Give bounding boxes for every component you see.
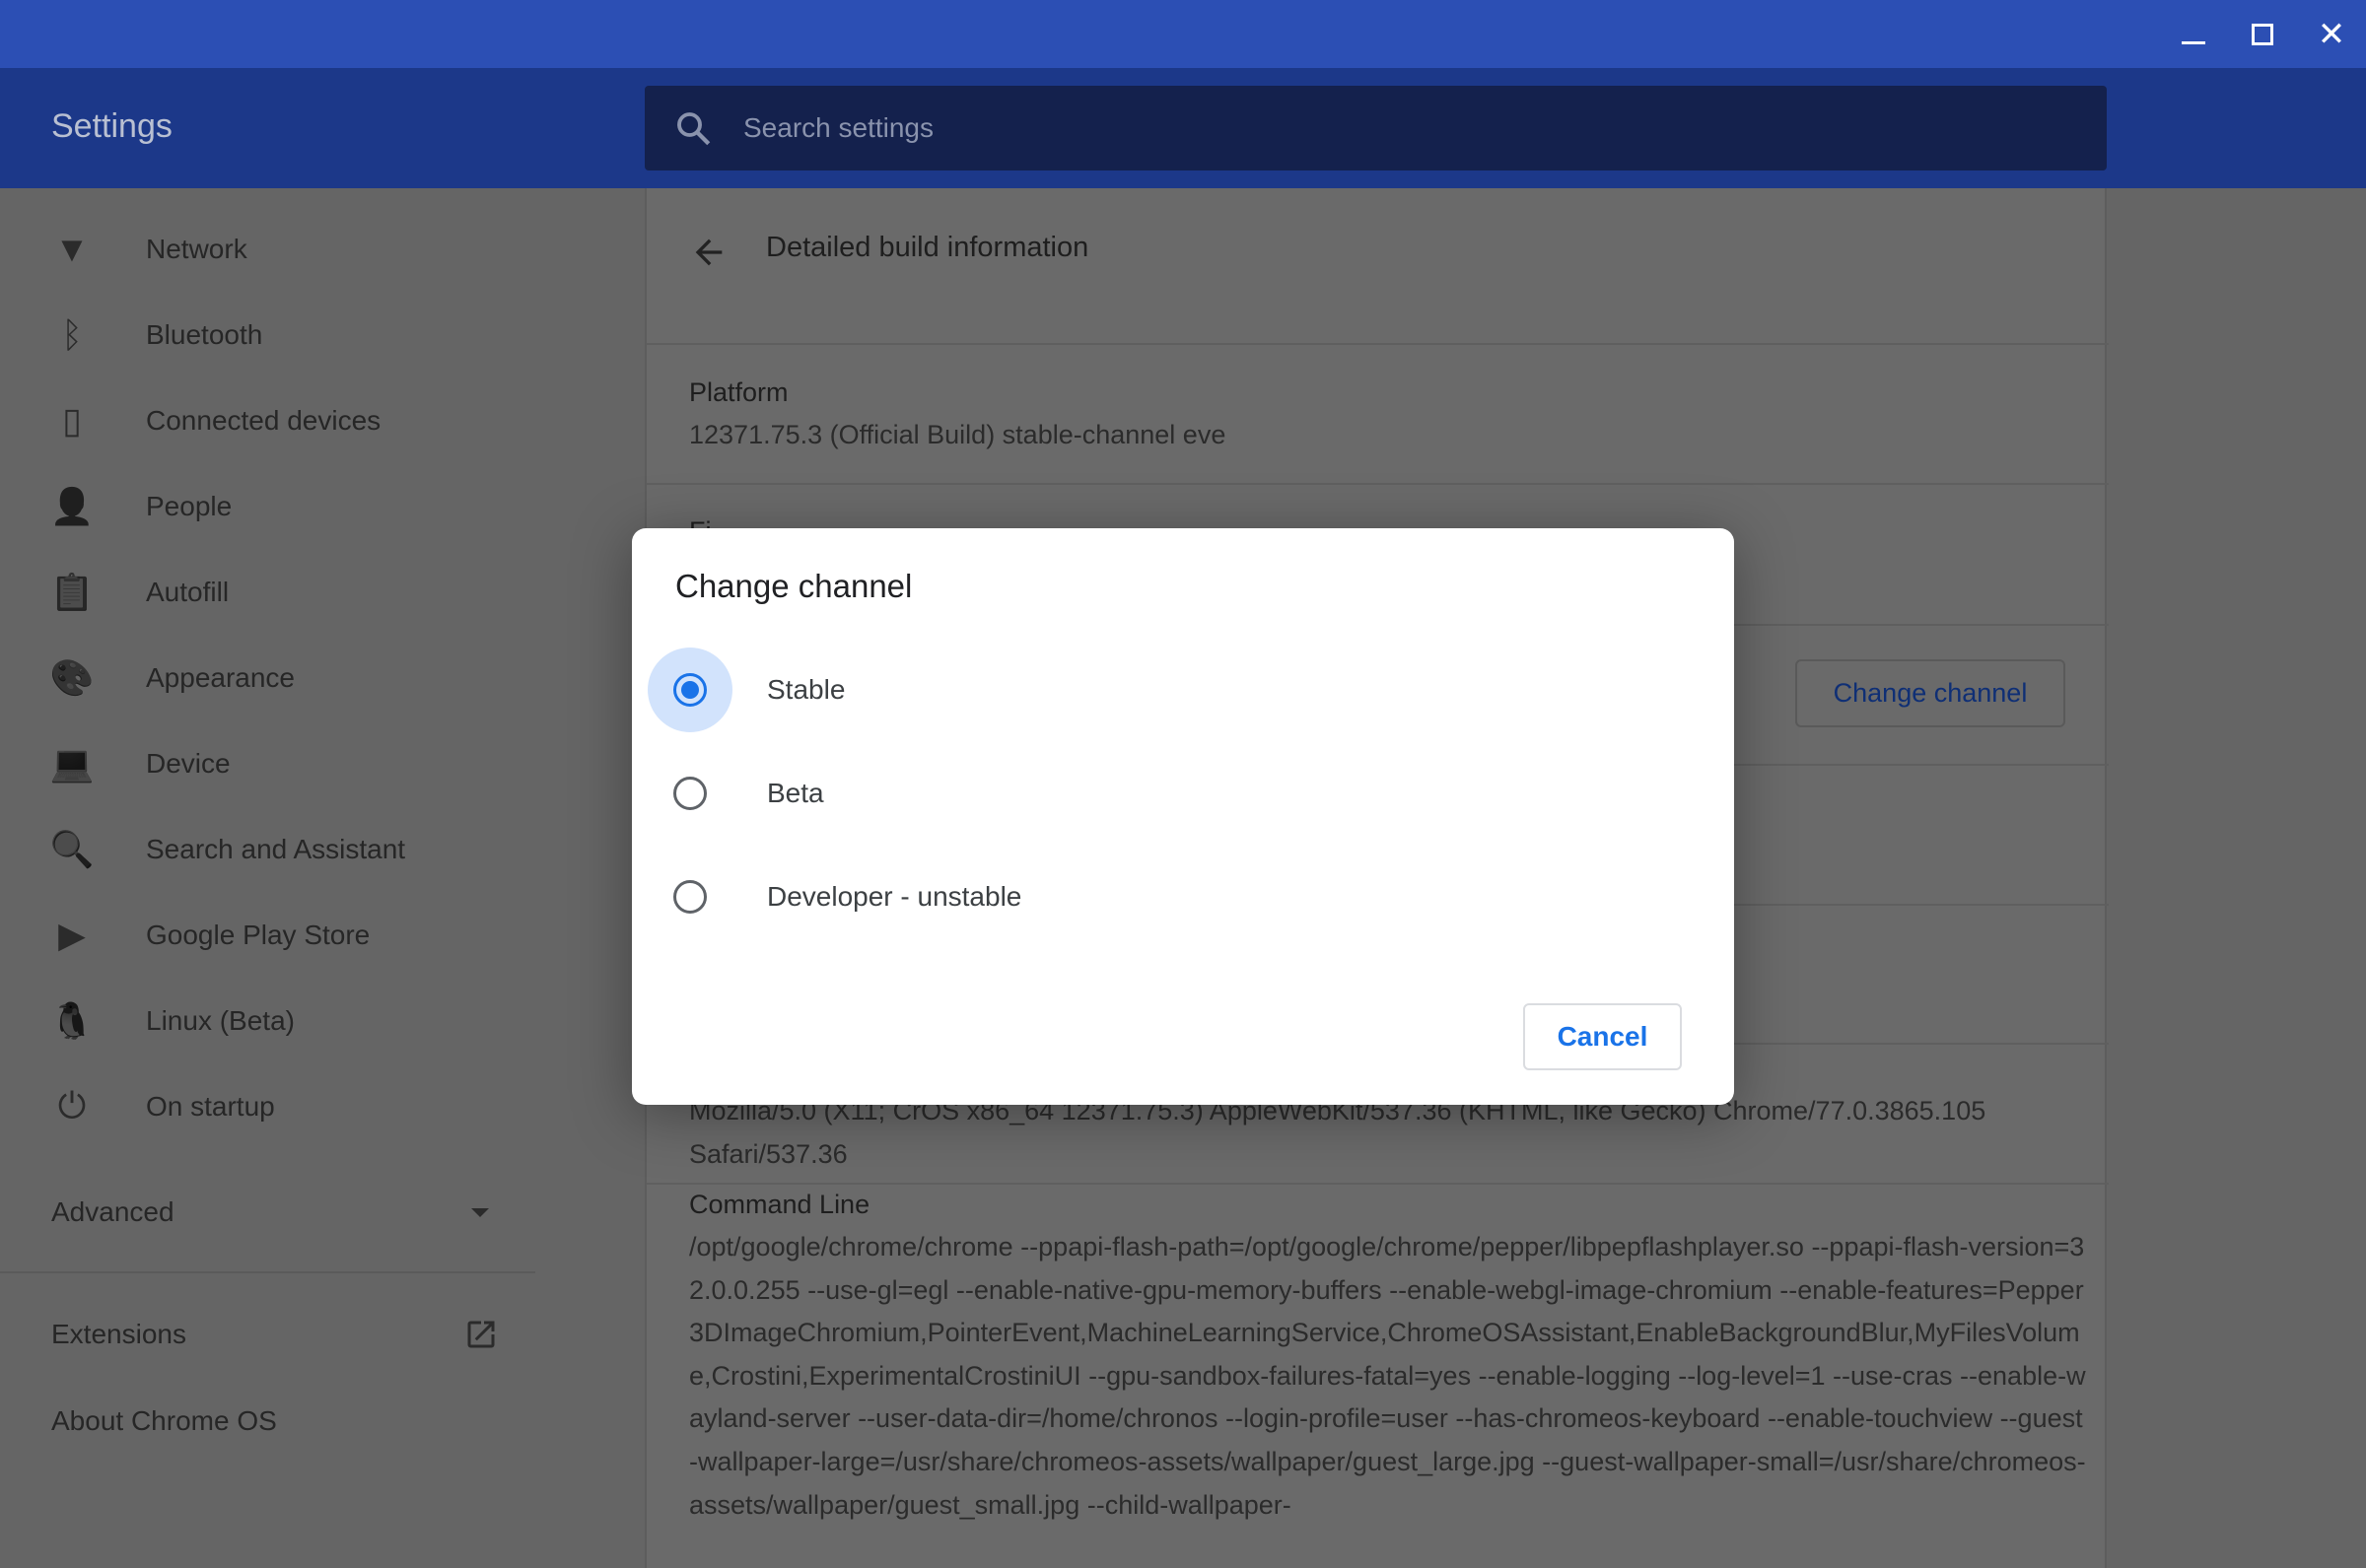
change-channel-button[interactable]: Change channel — [1795, 659, 2065, 727]
chevron-down-icon — [471, 1208, 489, 1217]
dialog-title: Change channel — [675, 568, 913, 604]
radio-label: Beta — [767, 778, 824, 808]
laptop-icon: 💻 — [49, 742, 95, 784]
advanced-toggle[interactable]: Advanced — [0, 1179, 535, 1248]
radio-ripple — [648, 648, 732, 732]
sidebar-item-label: Network — [146, 233, 247, 264]
sidebar-item-label: Appearance — [146, 661, 296, 693]
about-label: About Chrome OS — [51, 1405, 277, 1436]
change-channel-dialog: Change channel Stable Beta Developer - u… — [632, 528, 1734, 1105]
sidebar-item-search-and-assistant[interactable]: 🔍 Search and Assistant — [0, 806, 592, 892]
sidebar-item-people[interactable]: 👤 People — [0, 463, 592, 549]
sidebar-item-label: Linux (Beta) — [146, 1004, 295, 1036]
bluetooth-icon: ᛒ — [61, 313, 83, 355]
platform-label: Platform — [689, 377, 789, 407]
back-arrow-icon[interactable] — [689, 233, 729, 272]
page-title: Detailed build information — [766, 232, 1089, 263]
platform-value: 12371.75.3 (Official Build) stable-chann… — [689, 420, 1226, 449]
minimize-icon — [2182, 41, 2205, 44]
cancel-button[interactable]: Cancel — [1523, 1003, 1682, 1070]
sidebar-divider — [0, 1271, 535, 1273]
search-icon: 🔍 — [49, 828, 95, 869]
user-agent-line2: Safari/537.36 — [689, 1139, 848, 1169]
radio-developer[interactable]: Developer - unstable — [648, 854, 1634, 939]
settings-header: Settings — [0, 68, 2366, 188]
sidebar-item-label: Autofill — [146, 576, 230, 607]
sidebar-item-label: Connected devices — [146, 404, 382, 436]
maximize-button[interactable] — [2228, 0, 2297, 68]
sidebar-item-appearance[interactable]: 🎨 Appearance — [0, 635, 592, 720]
sidebar-item-extensions[interactable]: Extensions — [0, 1301, 535, 1370]
command-line-value: /opt/google/chrome/chrome --ppapi-flash-… — [689, 1232, 2086, 1520]
radio-label: Developer - unstable — [767, 881, 1022, 912]
advanced-label: Advanced — [51, 1196, 174, 1227]
radio-label: Stable — [767, 674, 846, 705]
sidebar-item-network[interactable]: ▼ Network — [0, 206, 592, 292]
sidebar-item-on-startup[interactable]: ⏻ On startup — [0, 1063, 592, 1149]
sidebar-item-label: Search and Assistant — [146, 833, 406, 864]
sidebar-item-label: On startup — [146, 1090, 275, 1122]
extensions-label: Extensions — [51, 1319, 186, 1349]
sidebar-item-google-play-store[interactable]: ▶ Google Play Store — [0, 892, 592, 978]
divider — [647, 343, 2109, 345]
search-icon — [677, 112, 711, 146]
sidebar-item-linux[interactable]: 🐧 Linux (Beta) — [0, 978, 592, 1063]
clipboard-icon: 📋 — [49, 571, 95, 612]
palette-icon: 🎨 — [49, 656, 95, 698]
radio-unselected-icon — [673, 880, 707, 914]
divider — [647, 483, 2109, 485]
sidebar-item-connected-devices[interactable]: ▯ Connected devices — [0, 377, 592, 463]
title-bar: ✕ — [0, 0, 2366, 68]
divider — [647, 1183, 2109, 1185]
sidebar-item-bluetooth[interactable]: ᛒ Bluetooth — [0, 292, 592, 377]
search-input[interactable] — [743, 86, 2025, 170]
maximize-icon — [2252, 23, 2273, 45]
play-store-icon: ▶ — [58, 914, 86, 955]
phone-icon: ▯ — [62, 399, 82, 441]
command-line-label: Command Line — [689, 1190, 870, 1219]
sidebar-item-label: Bluetooth — [146, 318, 263, 350]
radio-stable[interactable]: Stable — [648, 648, 1634, 732]
close-button[interactable]: ✕ — [2297, 0, 2366, 68]
minimize-button[interactable] — [2159, 0, 2228, 68]
person-icon: 👤 — [49, 485, 95, 526]
external-link-icon — [467, 1321, 495, 1348]
power-icon: ⏻ — [57, 1085, 87, 1125]
search-box[interactable] — [645, 86, 2107, 170]
sidebar-item-autofill[interactable]: 📋 Autofill — [0, 549, 592, 635]
app-title: Settings — [51, 107, 173, 145]
penguin-icon: 🐧 — [49, 999, 95, 1041]
wifi-icon: ▼ — [54, 228, 90, 269]
radio-beta[interactable]: Beta — [648, 751, 1634, 836]
sidebar-item-label: People — [146, 490, 233, 521]
radio-unselected-icon — [673, 777, 707, 810]
sidebar-item-about[interactable]: About Chrome OS — [0, 1388, 535, 1457]
close-icon: ✕ — [2317, 15, 2346, 53]
radio-selected-icon — [673, 673, 707, 707]
sidebar-item-device[interactable]: 💻 Device — [0, 720, 592, 806]
sidebar-item-label: Device — [146, 747, 231, 779]
sidebar-item-label: Google Play Store — [146, 919, 371, 950]
